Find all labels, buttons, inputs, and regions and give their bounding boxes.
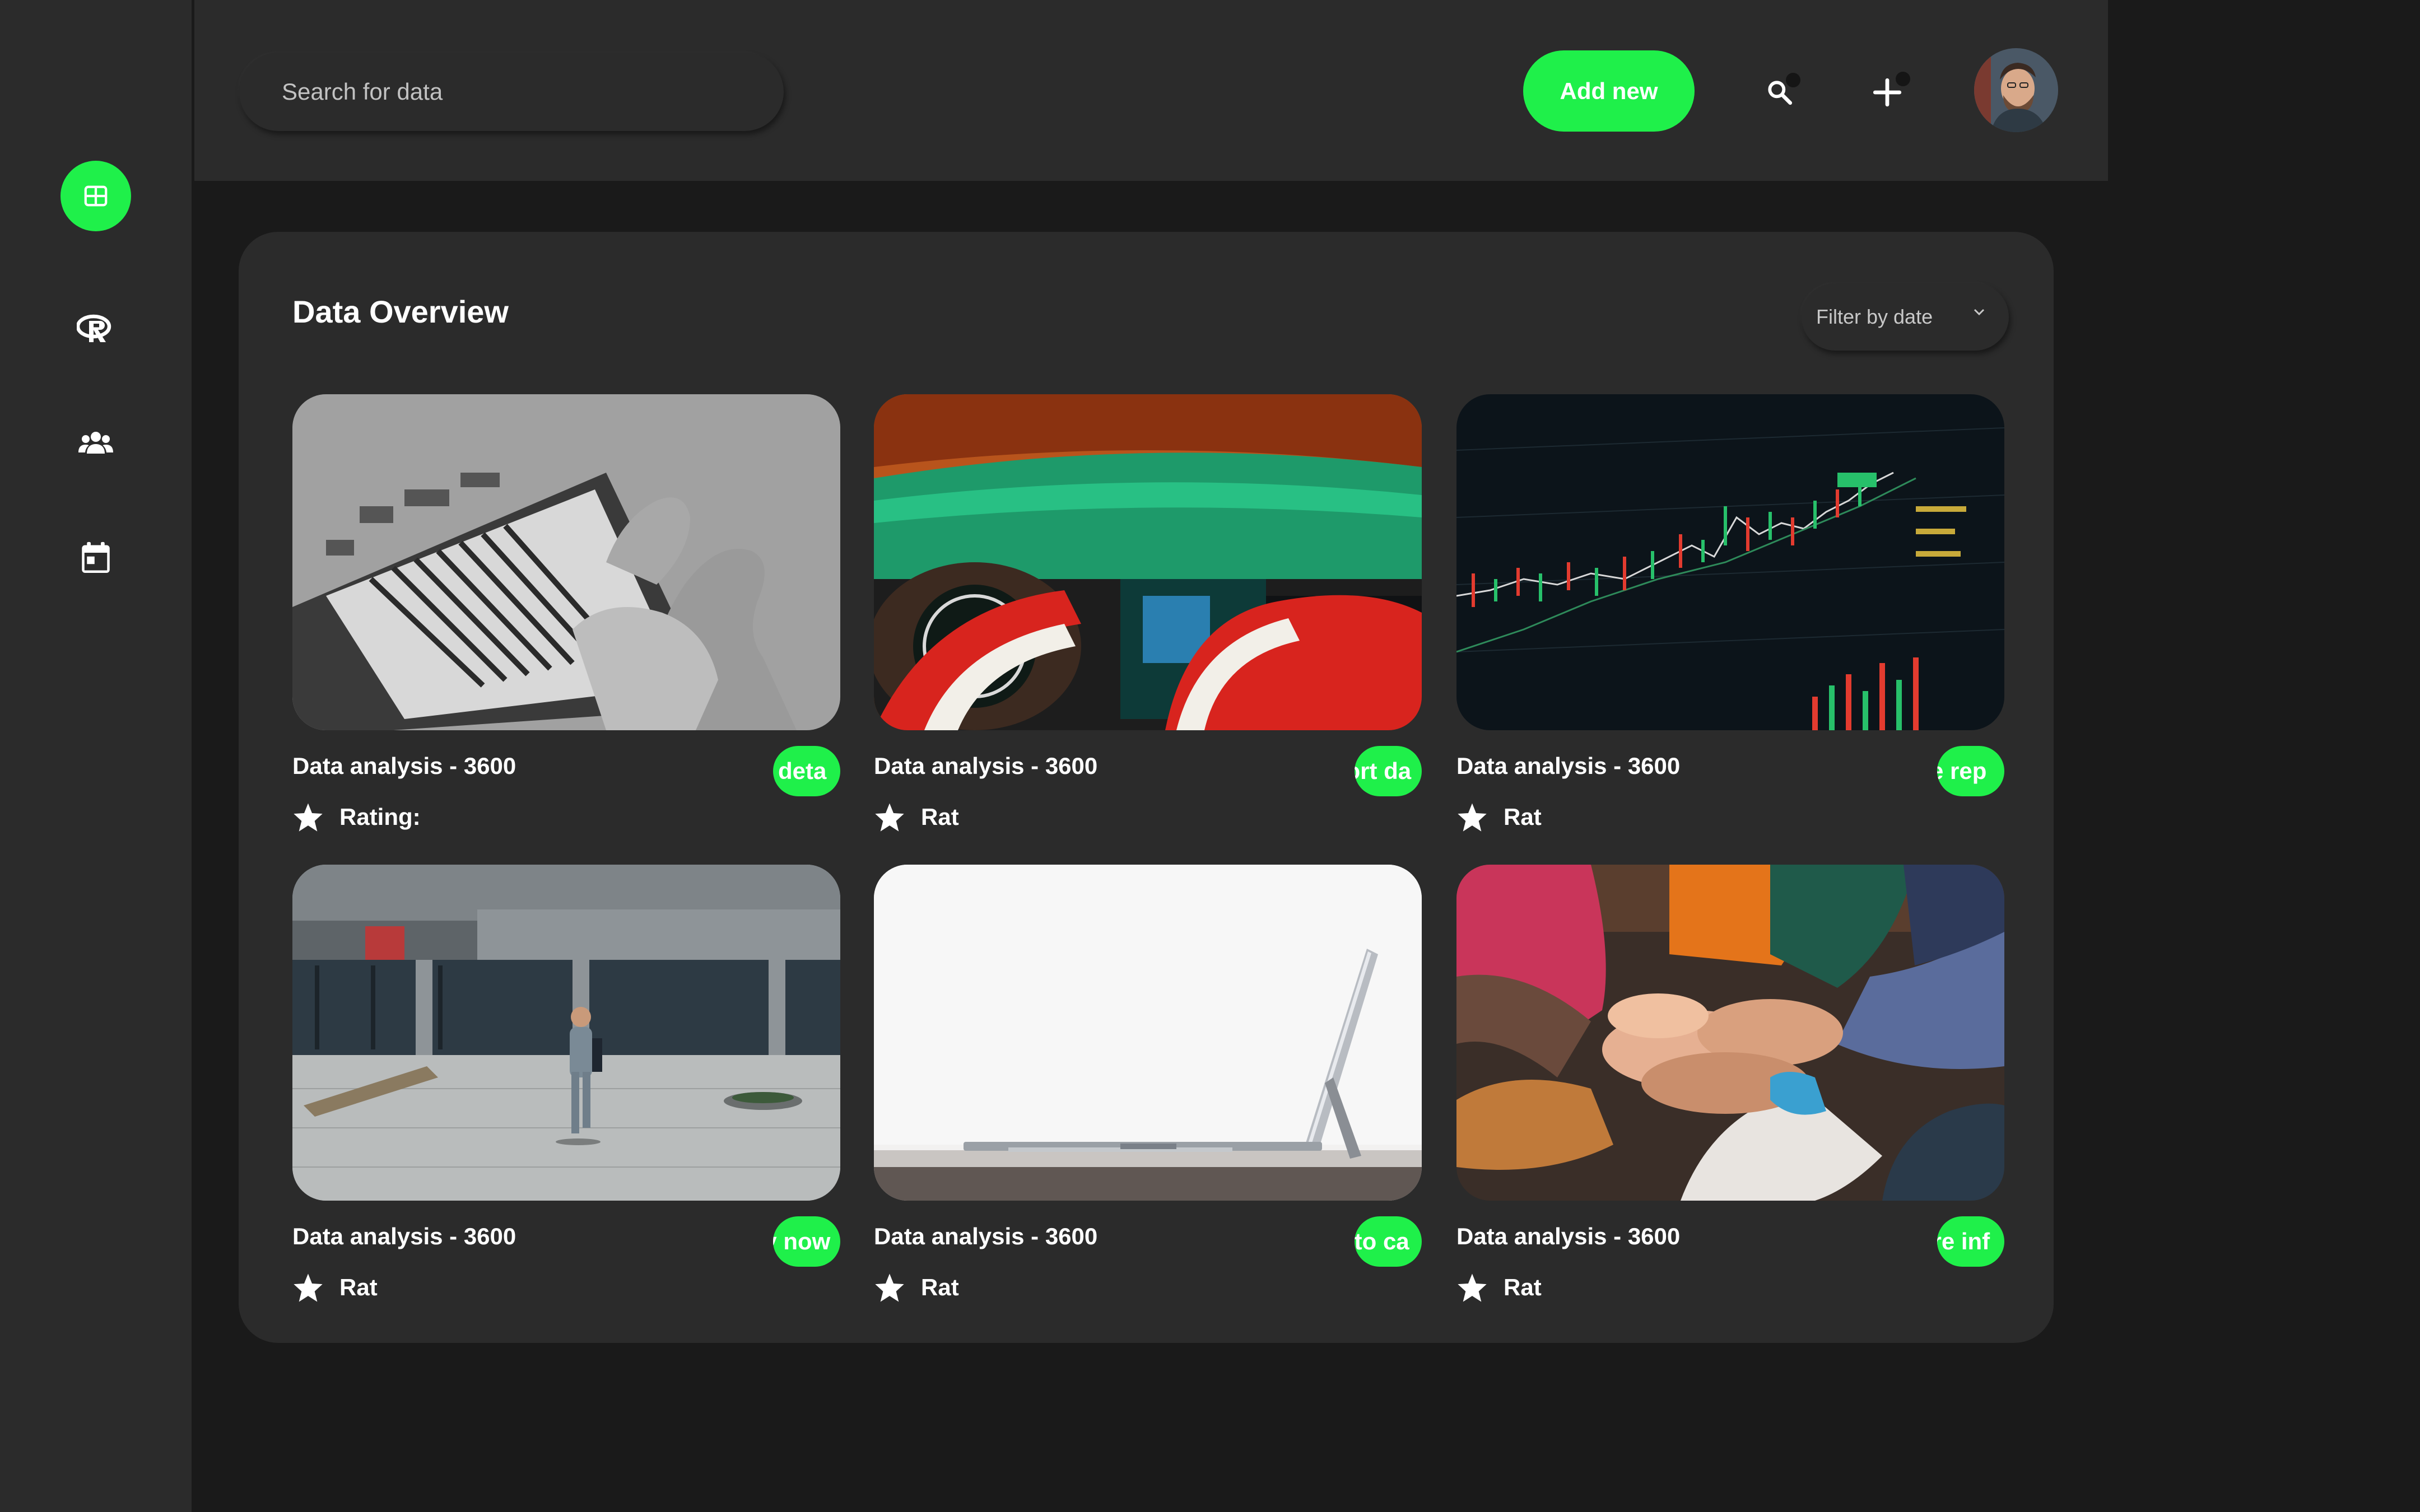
calendar-icon	[81, 541, 111, 575]
avatar[interactable]	[1974, 48, 2058, 132]
card-action-label: uy now	[773, 1228, 831, 1254]
data-card[interactable]: Data analysis - 3600 port da Rat	[874, 394, 1422, 842]
add-button[interactable]	[1856, 62, 1918, 123]
card-action-button[interactable]: uy now	[773, 1216, 840, 1267]
card-image	[1456, 865, 2004, 1201]
rating-label: Rat	[1504, 804, 1542, 830]
data-card[interactable]: Data analysis - 3600 re rep Rat	[1456, 394, 2004, 842]
notification-dot	[1896, 72, 1910, 86]
card-image	[874, 865, 1422, 1201]
star-icon	[292, 802, 324, 832]
card-title: Data analysis - 3600	[292, 753, 516, 779]
card-action-button[interactable]: re rep	[1937, 746, 2004, 796]
sidebar-item-r-language[interactable]	[61, 293, 131, 364]
card-rating: Rat	[874, 797, 960, 837]
card-image	[1456, 394, 2004, 730]
grid-icon	[83, 183, 109, 209]
card-title: Data analysis - 3600	[874, 1223, 1098, 1249]
sidebar-item-dashboard[interactable]	[61, 161, 131, 231]
search-bar	[239, 53, 784, 131]
search-button[interactable]	[1749, 62, 1811, 123]
card-title: Data analysis - 3600	[1456, 753, 1681, 779]
card-rating: Rat	[1456, 797, 1543, 837]
card-action-button[interactable]: port da	[1355, 746, 1422, 796]
users-icon	[78, 429, 114, 456]
data-overview-panel: Data Overview Filter by date Data analys…	[239, 232, 2054, 1343]
chevron-down-icon	[1973, 308, 1985, 316]
star-icon	[292, 1272, 324, 1303]
card-action-label: w deta	[773, 758, 827, 784]
filter-by-date-select[interactable]: Filter by date	[1802, 283, 2009, 351]
card-title: Data analysis - 3600	[292, 1223, 516, 1249]
card-image	[874, 394, 1422, 730]
card-rating: Rat	[874, 1268, 960, 1307]
filter-label: Filter by date	[1816, 305, 1933, 328]
star-icon	[1456, 802, 1488, 832]
card-image	[292, 865, 840, 1201]
card-rating: Rat	[1456, 1268, 1543, 1307]
card-title: Data analysis - 3600	[1456, 1223, 1681, 1249]
rating-label: Rat	[921, 1274, 959, 1300]
sidebar-item-users[interactable]	[61, 407, 131, 478]
card-action-button[interactable]: w deta	[773, 746, 840, 796]
card-action-label: re rep	[1937, 758, 1987, 784]
sidebar	[0, 0, 192, 1512]
search-input[interactable]	[282, 78, 784, 105]
r-logo-icon	[77, 313, 115, 344]
card-action-button[interactable]: d to ca	[1355, 1216, 1422, 1267]
star-icon	[1456, 1272, 1488, 1303]
card-title: Data analysis - 3600	[874, 753, 1098, 779]
notification-dot	[1786, 73, 1800, 87]
card-action-label: d to ca	[1355, 1228, 1409, 1254]
rating-label: Rat	[339, 1274, 378, 1300]
star-icon	[874, 802, 905, 832]
data-card[interactable]: Data analysis - 3600 d to ca Rat	[874, 865, 1422, 1313]
star-icon	[874, 1272, 905, 1303]
page-title: Data Overview	[292, 294, 509, 329]
rating-label: Rating:	[339, 804, 421, 830]
card-rating: Rat	[292, 1268, 379, 1307]
app-root: Add new	[0, 0, 2420, 1512]
card-action-label: port da	[1355, 758, 1412, 784]
add-new-button[interactable]: Add new	[1523, 50, 1695, 132]
sidebar-item-calendar[interactable]	[61, 522, 131, 593]
card-action-button[interactable]: ore inf	[1937, 1216, 2004, 1267]
rating-label: Rat	[921, 804, 959, 830]
data-card[interactable]: Data analysis - 3600 uy now Rat	[292, 865, 840, 1313]
top-bar: Add new	[194, 0, 2108, 181]
card-image	[292, 394, 840, 730]
rating-label: Rat	[1504, 1274, 1542, 1300]
data-card[interactable]: Data analysis - 3600 w deta Rating:	[292, 394, 840, 842]
card-action-label: ore inf	[1937, 1228, 1990, 1254]
data-card[interactable]: Data analysis - 3600 ore inf Rat	[1456, 865, 2004, 1313]
card-rating: Rating:	[292, 797, 421, 837]
